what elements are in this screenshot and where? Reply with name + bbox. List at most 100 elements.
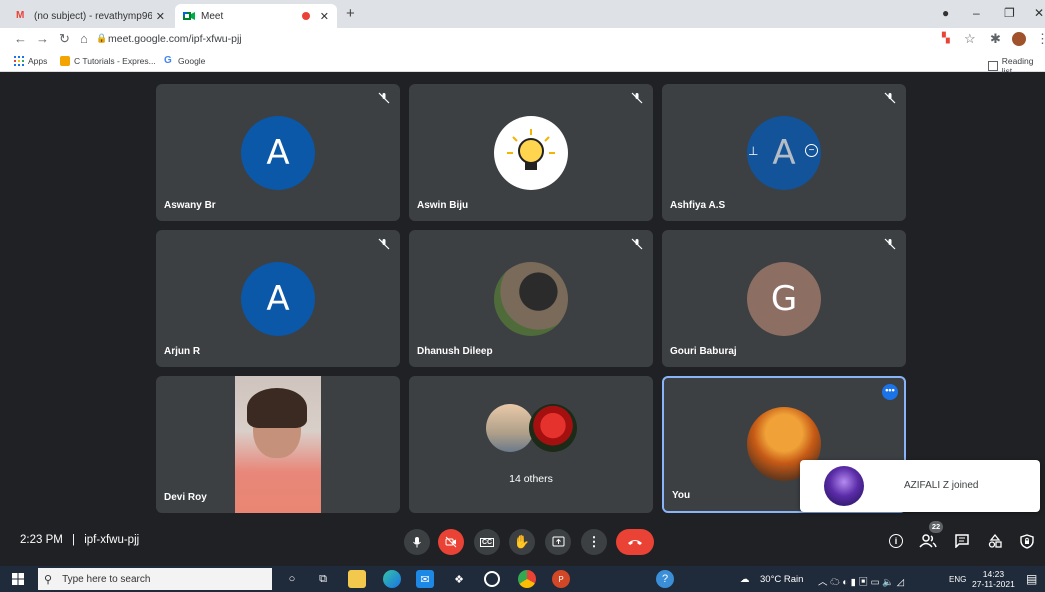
bookmark-star-icon[interactable]: ☆: [964, 31, 976, 47]
apps-grid-icon: [14, 56, 24, 66]
avatar[interactable]: [1012, 32, 1026, 46]
notification-text: AZIFALI Z joined: [904, 480, 979, 491]
chat-icon: [955, 534, 969, 548]
participant-video: [235, 376, 321, 513]
weather-icon[interactable]: ☁: [740, 574, 750, 585]
maximize-icon[interactable]: ❐: [1004, 6, 1015, 20]
present-button[interactable]: [545, 529, 571, 555]
dropbox-icon[interactable]: ❖: [450, 570, 468, 588]
others-count-label: 14 others: [509, 473, 553, 485]
activities-button[interactable]: [985, 531, 1005, 551]
more-options-button[interactable]: ⋮: [581, 529, 607, 555]
participant-tile[interactable]: A ⊥ − Ashfiya A.S: [662, 84, 906, 221]
recording-dot-icon: [301, 12, 310, 20]
raise-hand-button[interactable]: ✋: [509, 529, 535, 555]
minimize-icon[interactable]: –: [973, 6, 980, 20]
url-field[interactable]: meet.google.com/ipf-xfwu-pjj: [108, 33, 242, 45]
avatar-photo: [494, 262, 568, 336]
profile-icon[interactable]: ●: [942, 6, 949, 20]
captions-button[interactable]: CC: [474, 529, 500, 555]
meet-icon: [183, 11, 195, 21]
lock-icon[interactable]: 🔒: [96, 33, 107, 44]
camera-off-button[interactable]: [438, 529, 464, 555]
info-icon: i: [889, 534, 903, 548]
participant-name: Aswin Biju: [417, 200, 469, 211]
notifications-icon[interactable]: ▤: [1026, 572, 1037, 586]
others-tile[interactable]: 14 others: [409, 376, 653, 513]
tab-gmail[interactable]: M (no subject) - revathymp96@gm... ✕: [8, 4, 173, 28]
mic-off-icon: [378, 92, 390, 104]
reload-icon[interactable]: ↻: [59, 31, 70, 47]
system-tray-icons[interactable]: ︿ ☁ ◐ ▮ ▣ ▭ 🔈 ◿: [818, 574, 904, 588]
forward-icon[interactable]: →: [36, 31, 49, 46]
separator: |: [72, 534, 76, 546]
pin-icon[interactable]: ⊥: [748, 144, 758, 158]
end-call-button[interactable]: [616, 529, 654, 555]
mail-icon[interactable]: ✉: [416, 570, 434, 588]
host-controls-button[interactable]: [1017, 531, 1037, 551]
participant-tile[interactable]: A Arjun R: [156, 230, 400, 367]
meeting-controls: 2:23 PM | ipf-xfwu-pjj CC ✋ ⋮ i: [0, 520, 1045, 566]
mic-off-icon: [631, 92, 643, 104]
people-button[interactable]: [918, 531, 938, 551]
taskbar-search[interactable]: ⚲ Type here to search: [38, 568, 272, 590]
mic-button[interactable]: [404, 529, 430, 555]
mic-off-icon: [378, 238, 390, 250]
search-placeholder: Type here to search: [62, 573, 151, 585]
participant-tile[interactable]: Devi Roy: [156, 376, 400, 513]
tab-title: Meet: [201, 10, 224, 22]
captions-icon: CC: [479, 537, 495, 547]
extension-icon[interactable]: ▚: [942, 33, 950, 44]
bookmark-c-tutorials[interactable]: C Tutorials - Expres...: [60, 56, 156, 66]
gmail-icon: M: [16, 10, 25, 21]
mic-off-icon: [884, 92, 896, 104]
bookmark-apps[interactable]: Apps: [14, 56, 47, 66]
edge-icon[interactable]: [383, 570, 401, 588]
new-tab-button[interactable]: +: [346, 5, 355, 22]
participant-name: You: [672, 490, 691, 501]
file-explorer-icon[interactable]: [348, 570, 366, 588]
reading-list-icon: [988, 61, 998, 71]
participant-tile[interactable]: Aswin Biju: [409, 84, 653, 221]
home-icon[interactable]: ⌂: [80, 31, 88, 46]
taskbar-clock[interactable]: 14:23 27-11-2021: [972, 569, 1015, 589]
app-icon[interactable]: [484, 571, 500, 587]
meeting-details-button[interactable]: i: [886, 531, 906, 551]
camera-off-icon: [445, 536, 457, 548]
participant-name: Ashfiya A.S: [670, 200, 726, 211]
menu-kebab-icon[interactable]: ⋮: [1036, 31, 1045, 47]
clock-time: 14:23: [982, 569, 1005, 579]
powerpoint-icon[interactable]: P: [552, 570, 570, 588]
weather-text[interactable]: 30°C Rain: [760, 574, 803, 585]
cortana-icon[interactable]: ○: [283, 570, 301, 588]
more-options-icon[interactable]: •••: [882, 384, 898, 400]
help-icon[interactable]: ?: [656, 570, 674, 588]
join-notification: AZIFALI Z joined: [800, 460, 1040, 512]
extensions-puzzle-icon[interactable]: ✱: [990, 31, 1001, 47]
google-icon: G: [164, 55, 172, 66]
meeting-code: ipf-xfwu-pjj: [84, 534, 140, 546]
chrome-icon[interactable]: [518, 570, 536, 588]
close-window-icon[interactable]: ✕: [1034, 6, 1044, 20]
participant-name: Devi Roy: [164, 492, 207, 503]
back-icon[interactable]: ←: [14, 31, 27, 46]
bookmark-label: C Tutorials - Expres...: [74, 56, 156, 66]
task-view-icon[interactable]: ⧉: [314, 570, 332, 588]
participant-tile[interactable]: A Aswany Br: [156, 84, 400, 221]
participant-tile[interactable]: G Gouri Baburaj: [662, 230, 906, 367]
avatar: A: [241, 262, 315, 336]
tab-meet[interactable]: Meet ✕: [175, 4, 337, 28]
participant-tile[interactable]: Dhanush Dileep: [409, 230, 653, 367]
c-tutorials-icon: [60, 56, 70, 66]
close-tab-icon[interactable]: ✕: [156, 10, 165, 23]
language-indicator[interactable]: ENG: [949, 575, 966, 584]
mic-icon: [413, 537, 421, 548]
windows-start-icon[interactable]: [12, 573, 24, 585]
bookmark-label: Apps: [28, 56, 48, 66]
bookmark-google[interactable]: G Google: [164, 55, 205, 67]
close-tab-icon[interactable]: ✕: [320, 10, 329, 23]
search-icon: ⚲: [44, 573, 53, 586]
chat-button[interactable]: [952, 531, 972, 551]
remove-icon[interactable]: −: [805, 144, 818, 157]
people-icon: [919, 534, 937, 548]
